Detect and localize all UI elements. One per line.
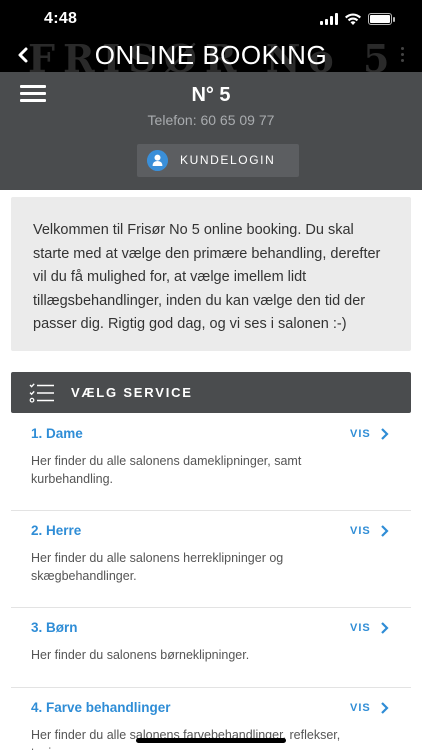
service-section-header: VÆLG SERVICE — [11, 372, 411, 413]
battery-icon — [368, 13, 395, 25]
chevron-right-icon[interactable] — [379, 427, 389, 441]
service-name[interactable]: 1. Dame — [31, 426, 83, 441]
chevron-right-icon[interactable] — [379, 524, 389, 538]
customer-login-label: KUNDELOGIN — [180, 153, 276, 167]
wifi-icon — [345, 13, 361, 25]
service-item-boern[interactable]: 3. Børn VIS Her finder du salonens børne… — [11, 608, 411, 688]
service-section-title: VÆLG SERVICE — [71, 385, 193, 400]
customer-login-button[interactable]: KUNDELOGIN — [137, 144, 299, 177]
user-icon — [147, 150, 168, 171]
page-title: ONLINE BOOKING — [94, 40, 328, 70]
cellular-signal-icon — [320, 13, 338, 25]
service-view-link[interactable]: VIS — [350, 622, 371, 634]
service-view-link[interactable]: VIS — [350, 428, 371, 440]
service-name[interactable]: 3. Børn — [31, 620, 78, 635]
salon-phone[interactable]: Telefon: 60 65 09 77 — [0, 112, 422, 128]
status-time: 4:48 — [44, 10, 78, 27]
title-bar: FRISØR No 5 ONLINE BOOKING — [0, 38, 422, 72]
service-name[interactable]: 4. Farve behandlinger — [31, 700, 171, 715]
service-view-link[interactable]: VIS — [350, 702, 371, 714]
checklist-icon — [29, 383, 54, 403]
home-indicator[interactable] — [136, 738, 286, 743]
service-name[interactable]: 2. Herre — [31, 523, 81, 538]
salon-name: N° 5 — [191, 84, 231, 106]
service-item-dame[interactable]: 1. Dame VIS Her finder du alle salonens … — [11, 414, 411, 511]
welcome-text: Velkommen til Frisør No 5 online booking… — [33, 222, 381, 332]
service-description: Her finder du salonens børneklipninger. — [31, 648, 250, 662]
salon-header: N° 5 Telefon: 60 65 09 77 KUNDELOGIN — [0, 72, 422, 190]
chevron-right-icon[interactable] — [379, 621, 389, 635]
service-item-herre[interactable]: 2. Herre VIS Her finder du alle salonens… — [11, 511, 411, 608]
service-description: Her finder du alle salonens herreklipnin… — [31, 551, 284, 583]
service-view-link[interactable]: VIS — [350, 525, 371, 537]
welcome-message: Velkommen til Frisør No 5 online booking… — [11, 197, 411, 351]
more-options-icon[interactable] — [398, 47, 406, 63]
service-description: Her finder du alle salonens dameklipning… — [31, 454, 302, 486]
status-bar: 4:48 — [0, 0, 422, 38]
chevron-right-icon[interactable] — [379, 701, 389, 715]
